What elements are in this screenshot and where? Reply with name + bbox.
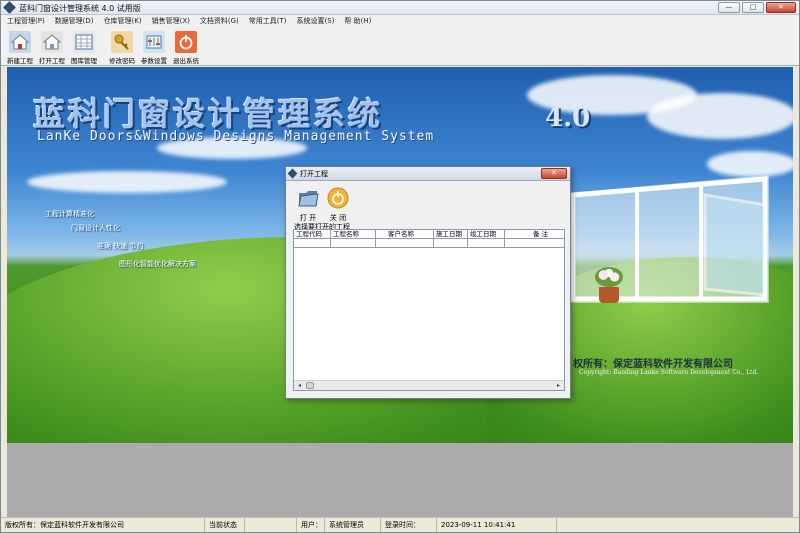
table-cell [505,239,564,248]
change-password-button[interactable]: 修改密码 [106,28,138,66]
project-table[interactable]: 工程代码 工程名称 客户名称 施工日期 竣工日期 备 注 ◂ ▸ [293,229,565,391]
dialog-open-button[interactable]: 打 开 [294,187,322,223]
empty-workspace [7,443,793,517]
power-icon [327,187,349,209]
tool-label: 退出系统 [173,57,199,65]
status-login-label: 登录时间： [381,518,437,532]
feature-text: 准确 快速 节约 [97,242,144,250]
table-cell [434,239,468,248]
feature-text: 门窗设计人性化 [71,224,120,232]
tool-label: 图库管理 [71,57,97,65]
table-header: 工程代码 工程名称 客户名称 施工日期 竣工日期 备 注 [294,230,564,239]
main-window: 蓝科门窗设计管理系统 4.0 试用版 — □ ✕ 工程管理(P) 数据管理(D)… [0,0,800,533]
table-cell [376,239,434,248]
app-icon [3,1,16,14]
menu-settings[interactable]: 系统设置(S) [297,15,335,28]
dialog-close-button[interactable]: ✕ [541,168,567,179]
exit-button[interactable]: 退出系统 [170,28,202,66]
status-spare [557,518,799,532]
banner-subtitle: LanKe Doors&Windows Designs Management S… [37,129,435,144]
banner-copyright-en: Copyright: Baoding Lanke Software Develo… [579,369,759,376]
window-controls: — □ ✕ [718,2,796,13]
settings-button[interactable]: 参数设置 [138,28,170,66]
minimize-button[interactable]: — [718,2,740,13]
tool-label: 参数设置 [141,57,167,65]
tool-label: 新建工程 [7,57,33,65]
status-user: 系统管理员 [325,518,381,532]
key-icon [111,31,133,53]
table-row[interactable] [294,239,564,248]
dialog-title-bar: 打开工程 ✕ [286,167,570,181]
menu-tools[interactable]: 常用工具(T) [249,15,287,28]
flowerpot-image [599,287,619,303]
gallery-button[interactable]: 图库管理 [68,28,100,66]
dialog-title: 打开工程 [300,170,328,178]
open-project-button[interactable]: 打开工程 [36,28,68,66]
folder-open-icon [298,191,319,207]
cloud [647,93,793,139]
window-title: 蓝科门窗设计管理系统 4.0 试用版 [19,4,141,13]
menu-data[interactable]: 数据管理(D) [55,15,94,28]
flower-image [595,267,623,287]
dialog-close-tool-button[interactable]: 关 闭 [324,187,352,223]
new-project-button[interactable]: 新建工程 [4,28,36,66]
table-cell [331,239,376,248]
horizontal-scrollbar[interactable]: ◂ ▸ [294,380,564,390]
menu-sales[interactable]: 销售管理(X) [152,15,190,28]
menu-warehouse[interactable]: 仓库管理(K) [104,15,142,28]
open-project-icon [41,31,63,53]
status-state-label: 当前状态 [205,518,245,532]
column-header[interactable]: 客户名称 [376,230,434,238]
feature-text: 工程计算精准化 [45,210,94,218]
status-user-label: 用户： [297,518,325,532]
column-header[interactable]: 工程名称 [331,230,376,238]
gallery-icon [73,31,95,53]
column-header[interactable]: 竣工日期 [468,230,505,238]
column-header[interactable]: 施工日期 [434,230,468,238]
scroll-thumb[interactable] [306,382,314,389]
status-bar: 版权所有：保定蓝科软件开发有限公司 当前状态 用户： 系统管理员 登录时间： 2… [1,517,799,532]
settings-icon [143,31,165,53]
scroll-left-button[interactable]: ◂ [295,382,304,390]
menu-bar: 工程管理(P) 数据管理(D) 仓库管理(K) 销售管理(X) 文档资料(G) … [1,15,799,28]
banner-version: 4.0 [545,103,591,133]
feature-text: 图形化智能优化解决方案 [119,260,196,268]
open-project-dialog: 打开工程 ✕ 打 开 关 闭 选择要打开的工程 工程代码 工程名称 客户名称 施… [285,166,571,399]
scroll-right-button[interactable]: ▸ [554,382,563,390]
table-cell [468,239,505,248]
exit-icon [175,31,197,53]
tool-label: 打开工程 [39,57,65,65]
cloud [27,171,227,193]
app-icon [287,168,298,179]
toolbar: 新建工程 打开工程 图库管理 修改密码 参数设置 退出系统 [1,28,799,66]
banner-copyright: 权所有：保定蓝科软件开发有限公司 [573,359,733,370]
menu-help[interactable]: 帮 助(H) [344,15,371,28]
column-header[interactable]: 备 注 [505,230,564,238]
tool-label: 修改密码 [109,57,135,65]
title-bar: 蓝科门窗设计管理系统 4.0 试用版 — □ ✕ [1,1,799,15]
status-copyright: 版权所有：保定蓝科软件开发有限公司 [1,518,205,532]
column-header[interactable]: 工程代码 [294,230,331,238]
table-cell [294,239,331,248]
status-state-value [245,518,297,532]
status-login-time: 2023-09-11 10:41:41 [437,518,557,532]
cloud [707,151,793,177]
menu-project[interactable]: 工程管理(P) [7,15,45,28]
menu-documents[interactable]: 文档资料(G) [200,15,239,28]
new-project-icon [9,31,31,53]
close-button[interactable]: ✕ [766,2,796,13]
maximize-button[interactable]: □ [742,2,764,13]
